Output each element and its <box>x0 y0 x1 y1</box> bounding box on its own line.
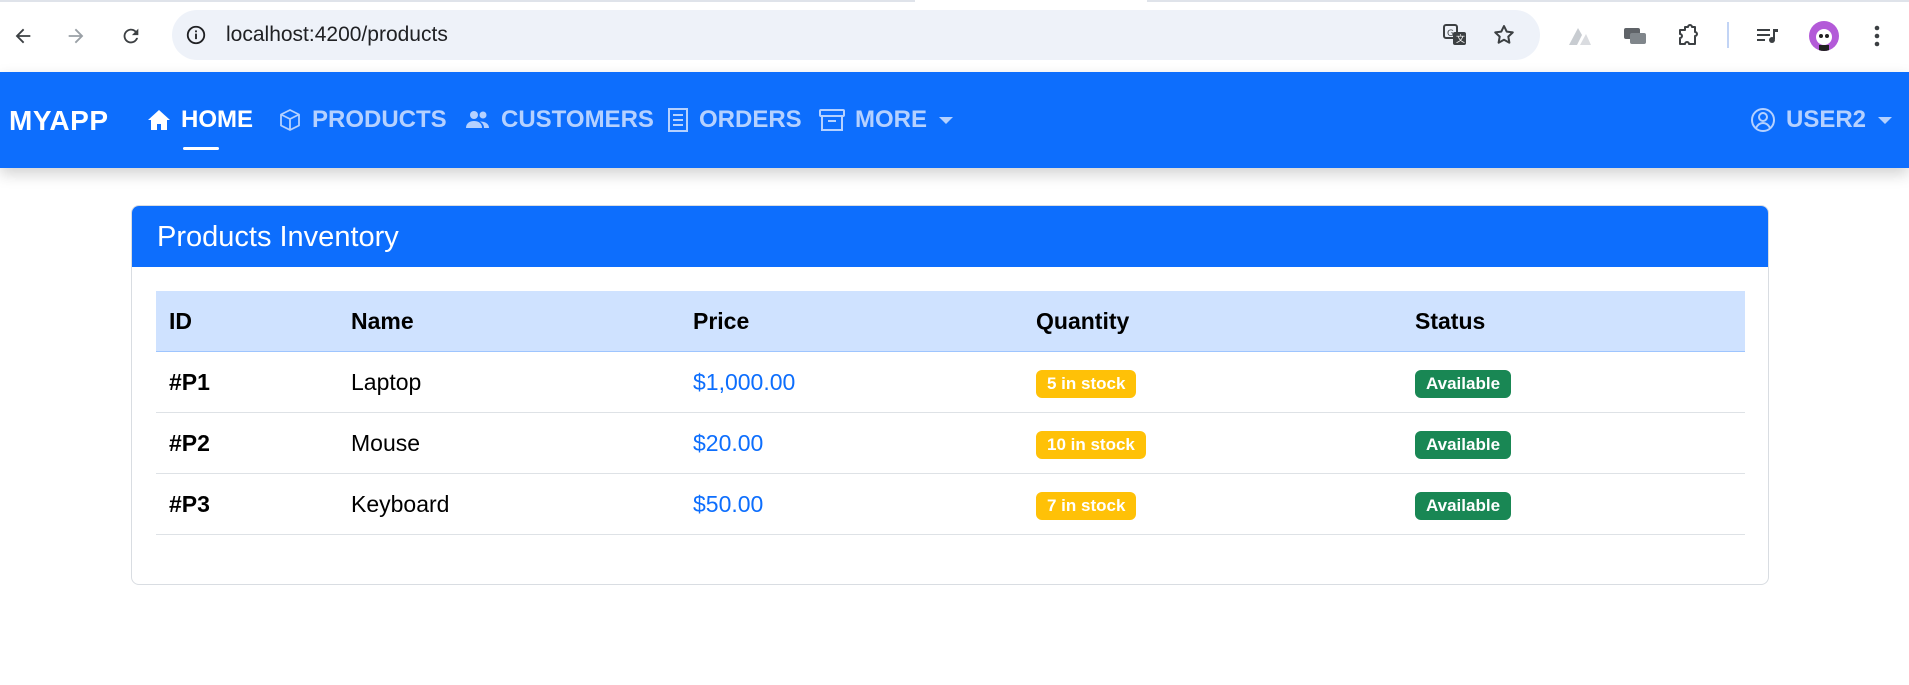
cell-name: Keyboard <box>351 491 450 517</box>
bookmark-star-icon[interactable] <box>1490 21 1518 49</box>
nav-item-orders[interactable]: ORDERS <box>667 106 802 134</box>
user-circle-icon <box>1751 108 1775 132</box>
column-header-quantity: Quantity <box>1036 308 1130 334</box>
stock-badge: 5 in stock <box>1036 370 1137 398</box>
home-icon <box>148 110 170 130</box>
arrow-left-icon <box>15 28 31 44</box>
products-card: Products Inventory ID Name Price Quantit… <box>131 205 1769 585</box>
archive-icon <box>819 109 845 131</box>
tab-strip-edge <box>0 0 1909 2</box>
extension-a-icon[interactable] <box>1564 20 1596 52</box>
status-badge: Available <box>1415 370 1512 398</box>
status-badge: Available <box>1415 431 1512 459</box>
nav-item-label: PRODUCTS <box>312 106 447 133</box>
toolbar-divider <box>1727 22 1729 48</box>
reload-button[interactable] <box>115 20 147 52</box>
browser-menu-icon[interactable] <box>1861 20 1893 52</box>
translate-icon[interactable]: G文 <box>1441 21 1469 49</box>
nav-item-label: MORE <box>855 106 927 133</box>
table-row[interactable]: #P3 Keyboard $50.00 7 in stock Available <box>156 474 1745 535</box>
nav-item-label: CUSTOMERS <box>501 106 654 133</box>
url-text[interactable]: localhost:4200/products <box>226 23 448 47</box>
status-badge: Available <box>1415 492 1512 520</box>
nav-item-label: ORDERS <box>699 106 802 133</box>
column-header-name: Name <box>351 308 414 334</box>
cell-price: $50.00 <box>693 491 764 517</box>
cell-id: #P1 <box>169 369 210 395</box>
back-button[interactable] <box>7 20 39 52</box>
cell-name: Mouse <box>351 430 421 456</box>
stock-badge: 7 in stock <box>1036 492 1137 520</box>
chevron-down-icon <box>1878 116 1893 124</box>
card-header: Products Inventory <box>132 206 1768 267</box>
reload-icon <box>123 28 139 44</box>
brand-logo[interactable]: MYAPP <box>9 105 109 137</box>
svg-text:文: 文 <box>1456 33 1465 45</box>
svg-text:G: G <box>1447 29 1454 39</box>
chevron-down-icon <box>939 116 953 124</box>
box-icon <box>280 109 300 131</box>
column-header-id: ID <box>169 308 192 334</box>
media-queue-icon[interactable] <box>1752 20 1784 52</box>
browser-toolbar: localhost:4200/products G文 <box>0 0 1909 72</box>
active-nav-indicator <box>183 147 219 150</box>
nav-item-label: HOME <box>181 106 253 133</box>
users-icon <box>466 111 489 128</box>
forward-button[interactable] <box>60 20 92 52</box>
stock-badge: 10 in stock <box>1036 431 1146 459</box>
table-header: ID Name Price Quantity Status <box>156 291 1745 352</box>
column-header-price: Price <box>693 308 750 334</box>
nav-item-customers[interactable]: CUSTOMERS <box>465 106 654 134</box>
cell-name: Laptop <box>351 369 422 395</box>
nav-item-more[interactable]: MORE <box>819 106 953 134</box>
cell-id: #P3 <box>169 491 210 517</box>
cell-id: #P2 <box>169 430 210 456</box>
arrow-right-icon <box>68 28 84 44</box>
nav-item-home[interactable]: HOME <box>147 106 253 134</box>
column-header-status: Status <box>1415 308 1486 334</box>
cell-price: $20.00 <box>693 430 764 456</box>
user-menu[interactable]: USER2 <box>1750 106 1893 134</box>
nav-item-products[interactable]: PRODUCTS <box>278 106 447 134</box>
address-bar[interactable]: localhost:4200/products G文 <box>172 10 1540 60</box>
table-row[interactable]: #P1 Laptop $1,000.00 5 in stock Availabl… <box>156 352 1745 413</box>
cell-price: $1,000.00 <box>693 369 796 395</box>
app-navbar: MYAPP HOME PRODUCTS CUSTOMERS ORDERS MOR… <box>0 72 1909 168</box>
extensions-puzzle-icon[interactable] <box>1672 20 1704 52</box>
card-title: Products Inventory <box>157 221 399 253</box>
site-info-icon[interactable] <box>182 21 210 49</box>
extension-chat-icon[interactable] <box>1619 20 1651 52</box>
profile-avatar[interactable] <box>1809 21 1839 51</box>
user-menu-label: USER2 <box>1786 106 1867 133</box>
table-row[interactable]: #P2 Mouse $20.00 10 in stock Available <box>156 413 1745 474</box>
receipt-icon <box>668 108 688 132</box>
